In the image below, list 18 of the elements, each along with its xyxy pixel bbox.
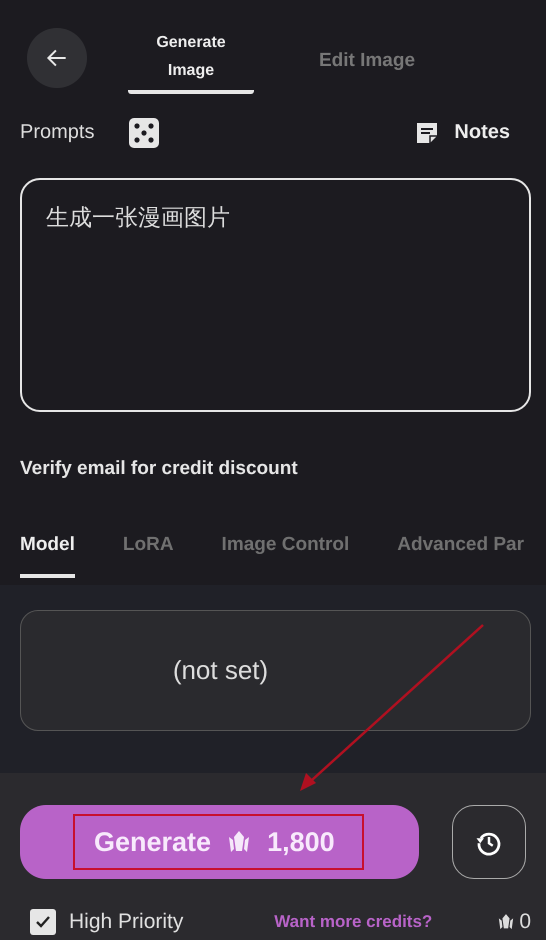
prompts-label: Prompts [20,121,94,144]
tab[interactable]: Generate Image [128,21,254,94]
generate-button[interactable]: Generate 1,800 [20,805,419,879]
tab[interactable]: Advanced Par [397,534,524,578]
model-selector[interactable]: (not set) [20,610,531,731]
history-button[interactable] [452,805,526,879]
tab[interactable]: Image Control [222,534,350,578]
tab[interactable]: Edit Image [304,28,430,98]
checkbox[interactable] [30,909,56,935]
notes-button[interactable]: Notes [414,120,510,146]
more-credits-link[interactable]: Want more credits? [274,912,432,932]
tab[interactable]: Model [20,534,75,578]
credit-balance: 0 [519,910,531,934]
tab[interactable]: LoRA [122,534,174,578]
dice-icon[interactable] [128,116,160,148]
verify-email-text: Verify email for credit discount [20,458,299,480]
prompt-field[interactable]: 生成一张漫画图片 [20,178,531,412]
high-priority-label: High Priority [69,910,184,934]
